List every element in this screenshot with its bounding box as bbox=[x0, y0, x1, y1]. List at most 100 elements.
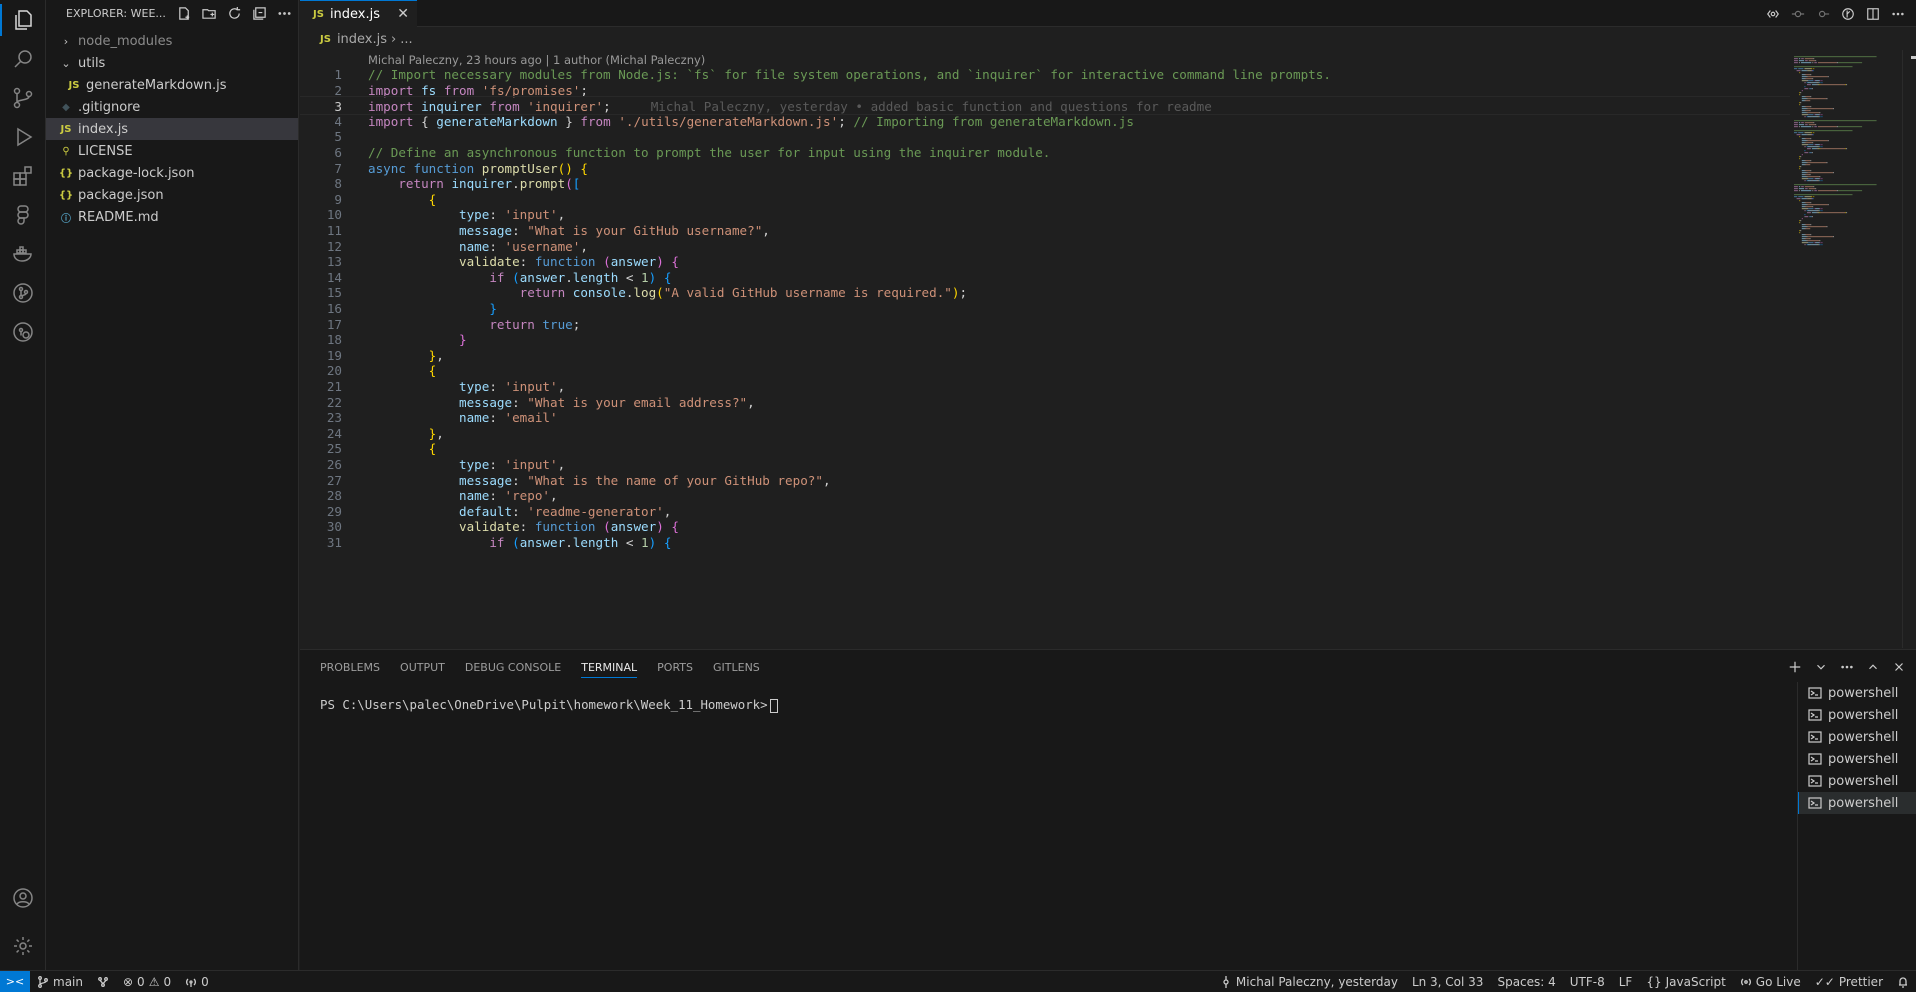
minimap-token bbox=[1800, 92, 1802, 94]
terminal-dropdown-icon[interactable] bbox=[1812, 658, 1830, 676]
ports-indicator[interactable]: 0 bbox=[178, 975, 216, 989]
terminal-instance-label: powershell bbox=[1828, 685, 1899, 701]
tab-index-js[interactable]: JS index.js ✕ bbox=[300, 0, 417, 27]
maximize-panel-icon[interactable] bbox=[1864, 658, 1882, 676]
terminal-instance[interactable]: powershell bbox=[1798, 792, 1916, 814]
terminal-instance[interactable]: powershell bbox=[1798, 704, 1916, 726]
code-token: if bbox=[489, 535, 505, 550]
file-tree-item[interactable]: JS generateMarkdown.js bbox=[46, 74, 298, 96]
go-live-button[interactable]: Go Live bbox=[1733, 975, 1808, 989]
minimap-token bbox=[1813, 68, 1815, 70]
file-tree-item[interactable]: {} package-lock.json bbox=[46, 162, 298, 184]
next-revision-icon[interactable] bbox=[1813, 4, 1833, 24]
settings-gear-icon[interactable] bbox=[7, 930, 39, 962]
split-editor-icon[interactable] bbox=[1863, 4, 1883, 24]
extensions-icon[interactable] bbox=[7, 160, 39, 192]
close-tab-icon[interactable]: ✕ bbox=[397, 6, 409, 22]
minimap-token bbox=[1812, 244, 1817, 246]
minimap-token bbox=[1799, 136, 1801, 138]
new-file-icon[interactable] bbox=[173, 2, 195, 24]
remote-indicator-icon[interactable]: >< bbox=[0, 970, 30, 992]
docker-icon[interactable] bbox=[7, 238, 39, 270]
minimap-token bbox=[1818, 180, 1820, 182]
breadcrumb-symbol[interactable]: ... bbox=[400, 32, 412, 47]
branch-indicator[interactable]: main bbox=[30, 975, 90, 989]
source-control-icon[interactable] bbox=[7, 82, 39, 114]
panel-tab-debug-console[interactable]: DEBUG CONSOLE bbox=[465, 650, 561, 685]
problems-indicator[interactable]: ⊗ 0 ⚠ 0 bbox=[116, 975, 178, 989]
new-terminal-icon[interactable] bbox=[1786, 658, 1804, 676]
language-mode[interactable]: {} JavaScript bbox=[1639, 975, 1732, 989]
accounts-icon[interactable] bbox=[7, 882, 39, 914]
end-of-line[interactable]: LF bbox=[1612, 975, 1640, 989]
minimap-token bbox=[1805, 110, 1810, 112]
gitlens-inspect-icon[interactable] bbox=[1838, 4, 1858, 24]
file-tree-item[interactable]: ⌄ utils bbox=[46, 52, 298, 74]
file-tree-item-label: generateMarkdown.js bbox=[86, 77, 227, 93]
run-debug-icon[interactable] bbox=[7, 121, 39, 153]
collapse-all-icon[interactable] bbox=[248, 2, 270, 24]
git-graph-icon[interactable] bbox=[7, 277, 39, 309]
file-tree-item[interactable]: ⚲ LICENSE bbox=[46, 140, 298, 162]
terminal-instance[interactable]: powershell bbox=[1798, 748, 1916, 770]
editor-scrollbar[interactable] bbox=[1902, 50, 1916, 648]
minimap-token bbox=[1812, 180, 1817, 182]
open-changes-icon[interactable] bbox=[1763, 4, 1783, 24]
git-graph-status[interactable] bbox=[90, 976, 116, 988]
minimap-token bbox=[1808, 80, 1814, 82]
panel-tab-output[interactable]: OUTPUT bbox=[400, 650, 445, 685]
panel-tab-ports[interactable]: PORTS bbox=[657, 650, 693, 685]
prettier-status[interactable]: ✓✓ Prettier bbox=[1808, 975, 1890, 989]
minimap-token bbox=[1819, 80, 1821, 82]
file-tree-item[interactable]: {} package.json bbox=[46, 184, 298, 206]
cursor-position[interactable]: Ln 3, Col 33 bbox=[1405, 975, 1491, 989]
search-icon[interactable] bbox=[7, 43, 39, 75]
more-actions-icon[interactable] bbox=[273, 2, 295, 24]
minimap-token bbox=[1810, 74, 1812, 76]
file-tree-item[interactable]: › node_modules bbox=[46, 30, 298, 52]
indentation[interactable]: Spaces: 4 bbox=[1490, 975, 1562, 989]
terminal-instance[interactable]: powershell bbox=[1798, 726, 1916, 748]
minimap-token bbox=[1814, 190, 1817, 192]
minimap-token bbox=[1807, 176, 1820, 178]
minimap-token bbox=[1808, 60, 1816, 62]
minimap-token bbox=[1814, 114, 1816, 116]
breadcrumb-file[interactable]: index.js bbox=[337, 32, 387, 47]
file-tree-item[interactable]: ◆ .gitignore bbox=[46, 96, 298, 118]
close-panel-icon[interactable] bbox=[1890, 658, 1908, 676]
code-editor[interactable]: Michal Paleczny, 23 hours ago | 1 author… bbox=[300, 50, 1790, 648]
panel-tab-gitlens[interactable]: GITLENS bbox=[713, 650, 760, 685]
minimap-token bbox=[1819, 112, 1821, 114]
gitlens-blame-status[interactable]: Michal Paleczny, yesterday bbox=[1213, 975, 1405, 989]
terminal-instance-label: powershell bbox=[1828, 795, 1899, 811]
panel-more-icon[interactable] bbox=[1838, 658, 1856, 676]
minimap-token bbox=[1794, 196, 1798, 198]
minimap-token bbox=[1801, 122, 1804, 124]
file-tree-item-label: package-lock.json bbox=[78, 165, 195, 181]
minimap-token bbox=[1833, 236, 1834, 238]
more-editor-actions-icon[interactable] bbox=[1888, 4, 1908, 24]
figma-icon[interactable] bbox=[7, 199, 39, 231]
minimap-token bbox=[1804, 180, 1806, 182]
terminal-output[interactable]: PS C:\Users\palec\OneDrive\Pulpit\homewo… bbox=[320, 697, 778, 713]
file-tree-item[interactable]: JS index.js bbox=[46, 118, 298, 140]
previous-revision-icon[interactable] bbox=[1788, 4, 1808, 24]
panel-tab-terminal[interactable]: TERMINAL bbox=[581, 650, 637, 685]
new-folder-icon[interactable] bbox=[198, 2, 220, 24]
gitlens-icon[interactable] bbox=[7, 316, 39, 348]
terminal-instance[interactable]: powershell bbox=[1798, 682, 1916, 704]
minimap-token bbox=[1801, 78, 1805, 80]
minimap[interactable] bbox=[1790, 50, 1902, 648]
encoding[interactable]: UTF-8 bbox=[1563, 975, 1612, 989]
minimap-token bbox=[1821, 178, 1823, 180]
terminal-instance[interactable]: powershell bbox=[1798, 770, 1916, 792]
refresh-icon[interactable] bbox=[223, 2, 245, 24]
minimap-token bbox=[1801, 90, 1803, 92]
scrollbar-thumb[interactable] bbox=[1911, 56, 1916, 59]
file-tree-item[interactable]: ⓘ README.md bbox=[46, 206, 298, 228]
chevron-down-icon: ⌄ bbox=[61, 56, 71, 70]
panel-tab-problems[interactable]: PROBLEMS bbox=[320, 650, 380, 685]
minimap-token bbox=[1799, 94, 1801, 96]
notifications-bell-icon[interactable] bbox=[1890, 976, 1916, 988]
explorer-icon[interactable] bbox=[0, 4, 39, 36]
